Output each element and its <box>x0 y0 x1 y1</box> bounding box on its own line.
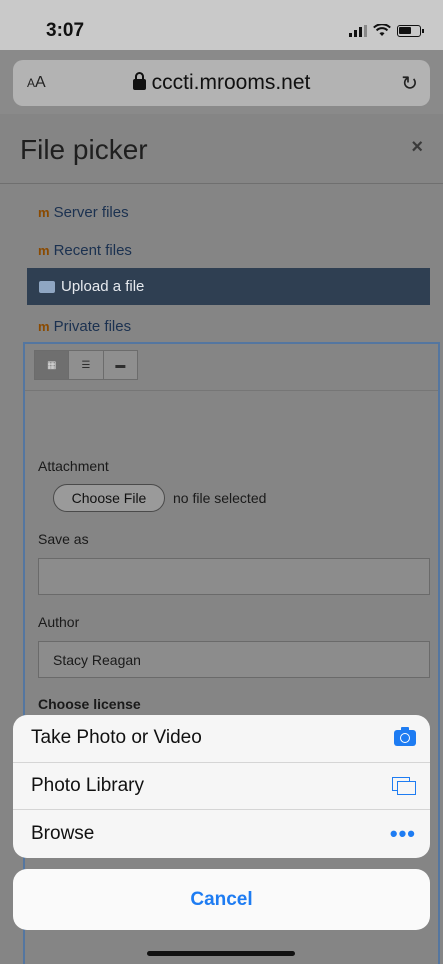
repo-label: Private files <box>53 318 132 335</box>
status-time: 3:07 <box>46 20 85 41</box>
repo-label: Server files <box>53 204 129 221</box>
photo-library-option[interactable]: Photo Library <box>13 763 430 810</box>
url-bar[interactable]: AA cccti.mrooms.net ↻ <box>13 60 430 106</box>
no-file-text: no file selected <box>173 490 267 506</box>
license-label: Choose license <box>38 696 141 712</box>
reload-icon[interactable]: ↻ <box>401 71 418 96</box>
save-as-label: Save as <box>38 531 89 547</box>
dialog-title: File picker <box>20 134 148 165</box>
status-bar: 3:07 <box>0 0 443 50</box>
repo-server-files[interactable]: m Server files <box>38 204 129 221</box>
option-label: Photo Library <box>31 774 145 796</box>
lock-icon <box>132 72 146 90</box>
action-sheet: Take Photo or Video Photo Library Browse… <box>13 715 430 858</box>
dialog-header: File picker × <box>0 114 443 184</box>
divider <box>25 390 438 391</box>
photo-library-icon <box>392 776 416 795</box>
view-toggle: ▦ ☰ ▬ <box>34 350 138 380</box>
home-indicator <box>147 951 295 956</box>
battery-icon <box>397 24 424 37</box>
attachment-label: Attachment <box>38 458 109 474</box>
option-label: Browse <box>31 822 95 844</box>
wifi-icon <box>373 24 391 36</box>
moodle-icon: m <box>38 243 50 258</box>
repo-label: Upload a file <box>61 278 145 295</box>
repo-recent-files[interactable]: m Recent files <box>38 242 132 259</box>
grid-view-icon[interactable]: ▦ <box>35 351 70 379</box>
url-text: cccti.mrooms.net <box>151 71 311 94</box>
signal-icon <box>349 24 367 37</box>
list-view-icon[interactable]: ☰ <box>69 351 104 379</box>
repo-label: Recent files <box>53 242 132 259</box>
cancel-button[interactable]: Cancel <box>13 869 430 930</box>
folder-view-icon[interactable]: ▬ <box>104 351 137 379</box>
browse-option[interactable]: Browse ••• <box>13 810 430 858</box>
repo-upload-file[interactable]: Upload a file <box>27 268 430 305</box>
take-photo-option[interactable]: Take Photo or Video <box>13 715 430 763</box>
status-icons <box>349 24 424 37</box>
choose-file-button[interactable]: Choose File <box>53 484 165 512</box>
close-icon[interactable]: × <box>411 136 423 159</box>
more-icon: ••• <box>389 820 416 846</box>
upload-icon <box>39 280 55 293</box>
option-label: Take Photo or Video <box>31 727 202 749</box>
moodle-icon: m <box>38 319 50 334</box>
repo-private-files[interactable]: m Private files <box>38 318 131 335</box>
moodle-icon: m <box>38 205 50 220</box>
url-field[interactable]: cccti.mrooms.net <box>13 71 430 95</box>
save-as-input[interactable] <box>38 558 430 595</box>
author-label: Author <box>38 614 80 630</box>
camera-icon <box>394 727 416 747</box>
author-input[interactable]: Stacy Reagan <box>38 641 430 678</box>
